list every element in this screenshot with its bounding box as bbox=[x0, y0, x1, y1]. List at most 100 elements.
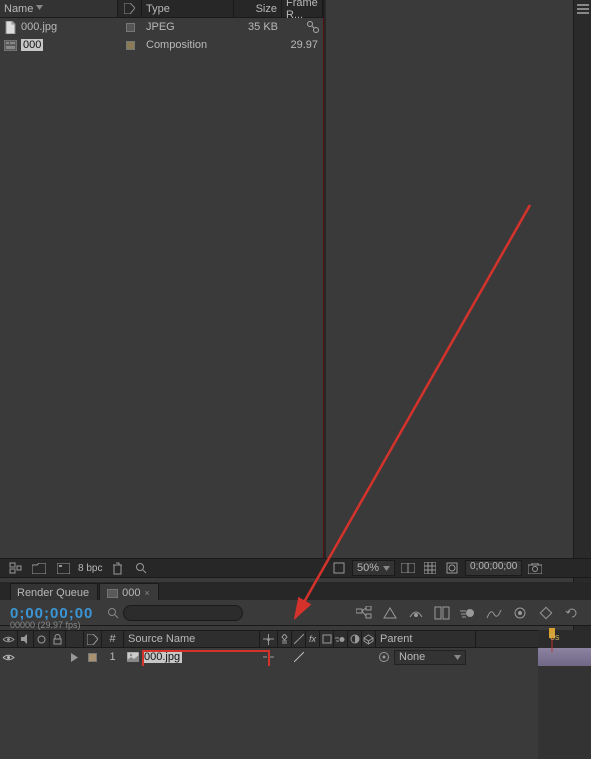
chevron-down-icon bbox=[454, 655, 461, 660]
col-source-label: Source Name bbox=[128, 633, 195, 645]
layer-name[interactable]: 000.jpg bbox=[142, 651, 182, 663]
col-3d[interactable] bbox=[362, 631, 376, 647]
collapse-icon[interactable] bbox=[263, 652, 274, 663]
fx-icon: fx bbox=[309, 634, 316, 644]
close-icon[interactable]: × bbox=[145, 588, 150, 598]
motion-blur-icon[interactable] bbox=[457, 603, 479, 623]
col-framerate[interactable]: Frame R... bbox=[282, 0, 323, 17]
timeline-tabs: Render Queue 000 × bbox=[0, 582, 591, 600]
graph-editor-icon[interactable] bbox=[483, 603, 505, 623]
search-icon[interactable] bbox=[132, 560, 150, 576]
label-swatch[interactable] bbox=[126, 23, 135, 32]
col-source-name[interactable]: Source Name bbox=[124, 631, 260, 647]
live-update-icon[interactable] bbox=[561, 603, 583, 623]
tab-comp-000[interactable]: 000 × bbox=[99, 583, 159, 600]
project-columns-header: Name Type Size Frame R... bbox=[0, 0, 323, 18]
col-label[interactable] bbox=[84, 631, 102, 647]
parent-select[interactable]: None bbox=[394, 650, 466, 665]
item-name: 000.jpg bbox=[21, 21, 57, 33]
col-size-label: Size bbox=[256, 3, 277, 15]
item-size bbox=[234, 36, 282, 54]
frame-blend-icon[interactable] bbox=[431, 603, 453, 623]
folder-icon[interactable] bbox=[30, 560, 48, 576]
col-type-label: Type bbox=[146, 3, 170, 15]
col-name-label: Name bbox=[4, 3, 33, 15]
item-name: 000 bbox=[21, 39, 43, 51]
project-item[interactable]: 000 Composition 29.97 bbox=[0, 36, 323, 54]
new-comp-icon[interactable] bbox=[54, 560, 72, 576]
zoom-value: 50% bbox=[357, 562, 379, 574]
timeline-empty-area[interactable] bbox=[538, 666, 591, 759]
tag-icon bbox=[124, 3, 135, 14]
col-fx[interactable]: fx bbox=[306, 631, 320, 647]
col-name[interactable]: Name bbox=[0, 0, 118, 17]
col-quality[interactable] bbox=[292, 631, 306, 647]
speaker-icon bbox=[21, 634, 31, 644]
col-size[interactable]: Size bbox=[234, 0, 282, 17]
col-switches1[interactable] bbox=[260, 631, 278, 647]
trash-icon[interactable] bbox=[108, 560, 126, 576]
col-adjustment[interactable] bbox=[348, 631, 362, 647]
layer-columns-header: # Source Name fx Parent bbox=[0, 630, 591, 648]
twirl-icon[interactable] bbox=[71, 653, 78, 662]
draft3d-icon[interactable] bbox=[379, 603, 401, 623]
grid-icon[interactable] bbox=[421, 560, 439, 576]
item-size: 35 KB bbox=[234, 18, 282, 36]
eye-icon[interactable] bbox=[2, 653, 15, 662]
col-solo[interactable] bbox=[34, 631, 50, 647]
guide-line bbox=[323, 18, 324, 558]
col-motionblur[interactable] bbox=[334, 631, 348, 647]
auto-keyframe-icon[interactable] bbox=[535, 603, 557, 623]
mask-toggle-icon[interactable] bbox=[443, 560, 461, 576]
eye-icon bbox=[2, 635, 15, 644]
ruler-tick-label: 0s bbox=[550, 632, 560, 642]
col-frameblend[interactable] bbox=[320, 631, 334, 647]
tab-label: 000 bbox=[122, 587, 140, 599]
col-label[interactable] bbox=[118, 0, 142, 17]
bpc-label[interactable]: 8 bpc bbox=[78, 563, 102, 574]
comp-mini-flow-icon[interactable] bbox=[353, 603, 375, 623]
layer-search-input[interactable] bbox=[123, 605, 243, 621]
col-type[interactable]: Type bbox=[142, 0, 234, 17]
label-swatch[interactable] bbox=[126, 41, 135, 50]
comp-icon bbox=[4, 39, 17, 52]
col-parent[interactable]: Parent bbox=[376, 631, 476, 647]
lock-icon bbox=[53, 634, 62, 645]
layer-number: 1 bbox=[109, 651, 115, 663]
col-number[interactable]: # bbox=[102, 631, 124, 647]
resolution-icon[interactable] bbox=[399, 560, 417, 576]
preview-timecode[interactable]: 0;00;00;00 bbox=[465, 560, 522, 576]
file-icon bbox=[4, 21, 17, 34]
pickwhip-icon[interactable] bbox=[378, 651, 390, 663]
col-visibility[interactable] bbox=[0, 631, 18, 647]
panel-menu-icon[interactable] bbox=[575, 2, 591, 16]
timeline-header-row: 0;00;00;00 bbox=[0, 600, 591, 626]
brainstorm-icon[interactable] bbox=[509, 603, 531, 623]
tab-render-queue[interactable]: Render Queue bbox=[10, 583, 98, 600]
label-swatch[interactable] bbox=[88, 653, 97, 662]
tag-icon bbox=[87, 634, 98, 645]
col-parent-label: Parent bbox=[380, 633, 412, 645]
chevron-down-icon bbox=[383, 566, 390, 571]
flowchart-icon[interactable] bbox=[6, 560, 24, 576]
sort-arrow-icon bbox=[36, 5, 43, 12]
col-switches2[interactable] bbox=[278, 631, 292, 647]
item-framerate: 29.97 bbox=[282, 36, 322, 54]
project-item[interactable]: 000.jpg JPEG 35 KB bbox=[0, 18, 323, 36]
snapshot-icon[interactable] bbox=[526, 560, 544, 576]
frame-count-label[interactable]: 00000 (29.97 fps) bbox=[10, 620, 81, 630]
search-icon bbox=[107, 607, 119, 619]
shy-icon[interactable] bbox=[405, 603, 427, 623]
quality-icon[interactable] bbox=[294, 652, 304, 662]
col-lock[interactable] bbox=[50, 631, 66, 647]
project-footer: 8 bpc bbox=[0, 558, 323, 578]
interpret-footage-icon[interactable] bbox=[306, 20, 320, 37]
layer-row[interactable]: 1 000.jpg None bbox=[0, 648, 591, 666]
composition-footer: 50% 0;00;00;00 bbox=[326, 558, 591, 578]
zoom-select[interactable]: 50% bbox=[352, 560, 395, 576]
image-icon bbox=[126, 651, 139, 664]
always-preview-icon[interactable] bbox=[330, 560, 348, 576]
item-type: JPEG bbox=[142, 18, 234, 36]
col-audio[interactable] bbox=[18, 631, 34, 647]
layers-empty-area[interactable] bbox=[0, 666, 538, 759]
